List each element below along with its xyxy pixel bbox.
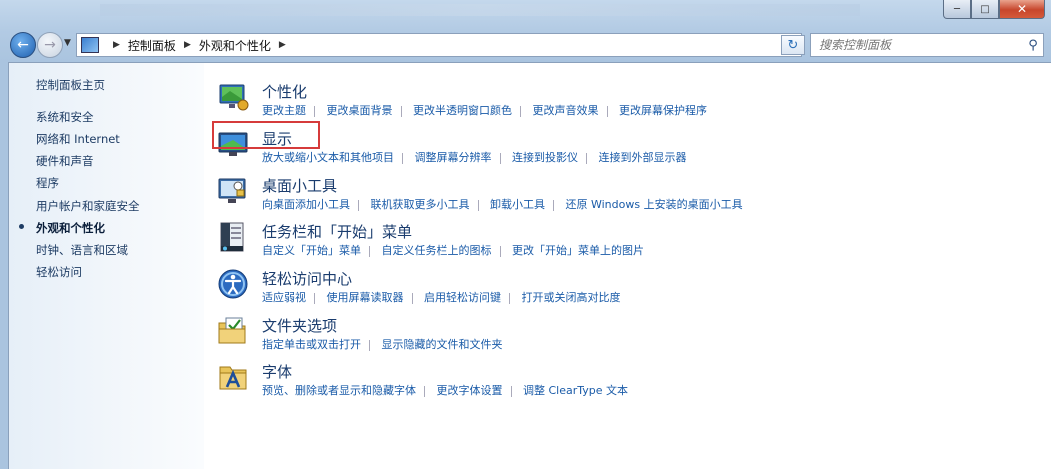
maximize-button[interactable]: □	[971, 0, 999, 19]
link-screen-reader[interactable]: 使用屏幕读取器	[327, 289, 404, 305]
sidebar-item-appearance: 外观和个性化	[36, 221, 105, 235]
breadcrumb-separator-icon[interactable]: ▶	[184, 40, 191, 50]
link-low-vision[interactable]: 适应弱视	[262, 289, 306, 305]
breadcrumb: ▶ 控制面板 ▶ 外观和个性化 ▶	[105, 37, 294, 54]
history-dropdown-icon[interactable]: ▼	[64, 38, 71, 48]
category-title[interactable]: 桌面小工具	[262, 175, 337, 196]
navigation-bar: ← → ▼ ▶ 控制面板 ▶ 外观和个性化 ▶ ▼ ↻ ⚲	[0, 30, 1051, 58]
sidebar-item-programs[interactable]: 程序	[36, 175, 59, 191]
sidebar-item-clock-region[interactable]: 时钟、语言和区域	[36, 242, 128, 258]
address-bar[interactable]: ▶ 控制面板 ▶ 外观和个性化 ▶ ▼	[76, 33, 802, 57]
sidebar-item-system-security[interactable]: 系统和安全	[36, 109, 94, 125]
forward-arrow-icon: →	[44, 37, 56, 53]
sidebar: 控制面板主页 系统和安全 网络和 Internet 硬件和声音 程序 用户帐户和…	[9, 63, 204, 469]
search-icon[interactable]: ⚲	[1023, 38, 1043, 53]
breadcrumb-separator-icon[interactable]: ▶	[113, 40, 120, 50]
highlight-box	[212, 121, 320, 149]
link-uninstall-gadget[interactable]: 卸载小工具	[490, 196, 545, 212]
title-bar	[100, 4, 860, 16]
link-change-font-settings[interactable]: 更改字体设置	[437, 382, 503, 398]
minimize-icon: ─	[953, 3, 961, 15]
sidebar-item-network[interactable]: 网络和 Internet	[36, 131, 120, 147]
link-change-screensaver[interactable]: 更改屏幕保护程序	[619, 102, 707, 118]
link-show-hidden-files[interactable]: 显示隐藏的文件和文件夹	[382, 336, 503, 352]
active-bullet-icon	[19, 224, 24, 229]
refresh-icon: ↻	[787, 37, 799, 53]
content-area: 控制面板主页 系统和安全 网络和 Internet 硬件和声音 程序 用户帐户和…	[8, 62, 1051, 469]
window-caption-buttons: ─ □ ✕	[943, 0, 1045, 19]
link-restore-gadgets[interactable]: 还原 Windows 上安装的桌面小工具	[566, 196, 743, 212]
link-ease-of-access-keys[interactable]: 启用轻松访问键	[424, 289, 501, 305]
link-get-more-gadgets[interactable]: 联机获取更多小工具	[371, 196, 470, 212]
search-box[interactable]: ⚲	[810, 33, 1044, 57]
link-preview-fonts[interactable]: 预览、删除或者显示和隐藏字体	[262, 382, 416, 398]
sidebar-item-ease-of-access[interactable]: 轻松访问	[36, 264, 82, 280]
category-title[interactable]: 任务栏和「开始」菜单	[262, 221, 412, 242]
link-connect-projector[interactable]: 连接到投影仪	[512, 149, 578, 165]
category-links: 自定义「开始」菜单 自定义任务栏上的图标 更改「开始」菜单上的图片	[262, 242, 644, 258]
back-arrow-icon: ←	[17, 37, 29, 53]
category-title[interactable]: 轻松访问中心	[262, 268, 352, 289]
link-adjust-cleartype[interactable]: 调整 ClearType 文本	[523, 382, 628, 398]
fonts-icon	[219, 366, 247, 390]
folder-options-icon	[218, 317, 246, 344]
taskbar-icon	[220, 222, 244, 252]
refresh-button[interactable]: ↻	[781, 35, 805, 55]
breadcrumb-appearance[interactable]: 外观和个性化	[199, 37, 271, 54]
link-change-desktop-background[interactable]: 更改桌面背景	[327, 102, 393, 118]
forward-button[interactable]: →	[37, 32, 63, 58]
close-button[interactable]: ✕	[999, 0, 1045, 19]
personalization-icon	[219, 84, 249, 111]
control-panel-icon	[81, 37, 99, 53]
link-add-gadgets[interactable]: 向桌面添加小工具	[262, 196, 350, 212]
control-panel-window: ─ □ ✕ ← → ▼ ▶ 控制面板 ▶ 外观和个性化 ▶ ▼ ↻ ⚲ 控制面板…	[0, 0, 1051, 469]
category-title[interactable]: 个性化	[262, 81, 307, 102]
breadcrumb-separator-icon[interactable]: ▶	[279, 40, 286, 50]
link-customize-start-menu[interactable]: 自定义「开始」菜单	[262, 242, 361, 258]
close-icon: ✕	[1016, 2, 1028, 16]
minimize-button[interactable]: ─	[943, 0, 971, 19]
link-change-theme[interactable]: 更改主题	[262, 102, 306, 118]
sidebar-item-hardware-sound[interactable]: 硬件和声音	[36, 153, 94, 169]
link-connect-external-display[interactable]: 连接到外部显示器	[599, 149, 687, 165]
category-links: 适应弱视 使用屏幕读取器 启用轻松访问键 打开或关闭高对比度	[262, 289, 621, 305]
link-high-contrast[interactable]: 打开或关闭高对比度	[522, 289, 621, 305]
link-change-window-color[interactable]: 更改半透明窗口颜色	[413, 102, 512, 118]
breadcrumb-control-panel[interactable]: 控制面板	[128, 37, 176, 54]
category-links: 指定单击或双击打开 显示隐藏的文件和文件夹	[262, 336, 503, 352]
category-links: 向桌面添加小工具 联机获取更多小工具 卸载小工具 还原 Windows 上安装的…	[262, 196, 743, 212]
ease-of-access-icon	[218, 269, 248, 299]
link-single-double-click[interactable]: 指定单击或双击打开	[262, 336, 361, 352]
category-links: 预览、删除或者显示和隐藏字体 更改字体设置 调整 ClearType 文本	[262, 382, 628, 398]
maximize-icon: □	[980, 3, 990, 15]
category-title[interactable]: 字体	[262, 361, 292, 382]
category-links: 放大或缩小文本和其他项目 调整屏幕分辨率 连接到投影仪 连接到外部显示器	[262, 149, 687, 165]
link-adjust-resolution[interactable]: 调整屏幕分辨率	[415, 149, 492, 165]
category-links: 更改主题 更改桌面背景 更改半透明窗口颜色 更改声音效果 更改屏幕保护程序	[262, 102, 707, 118]
category-title[interactable]: 文件夹选项	[262, 315, 337, 336]
search-input[interactable]	[817, 37, 1023, 53]
link-change-sounds[interactable]: 更改声音效果	[533, 102, 599, 118]
sidebar-item-user-accounts[interactable]: 用户帐户和家庭安全	[36, 198, 140, 214]
gadgets-icon	[218, 178, 246, 203]
link-change-start-picture[interactable]: 更改「开始」菜单上的图片	[512, 242, 644, 258]
back-button[interactable]: ←	[10, 32, 36, 58]
link-customize-taskbar-icons[interactable]: 自定义任务栏上的图标	[382, 242, 492, 258]
link-resize-text[interactable]: 放大或缩小文本和其他项目	[262, 149, 394, 165]
sidebar-item-home[interactable]: 控制面板主页	[36, 77, 105, 93]
